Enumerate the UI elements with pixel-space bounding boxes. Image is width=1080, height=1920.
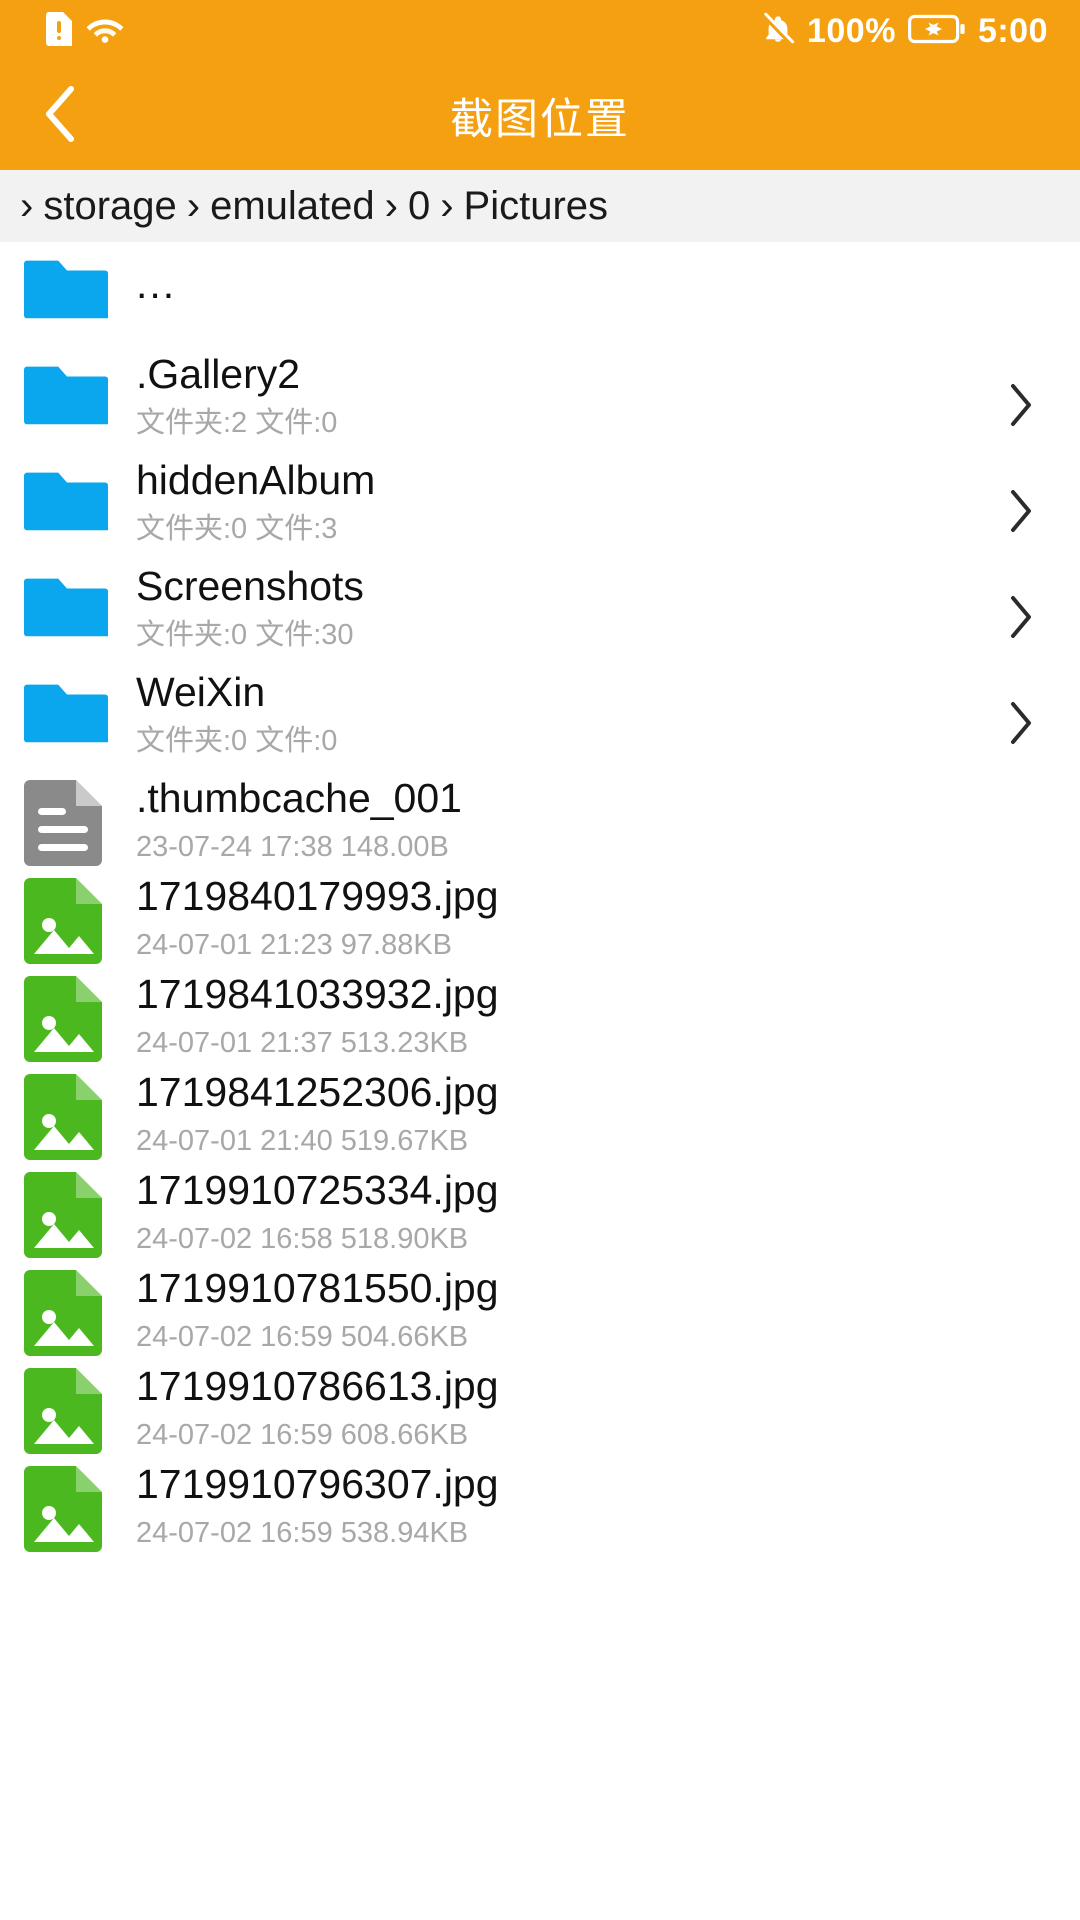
chevron-right-icon[interactable] — [1006, 487, 1046, 532]
file-meta-label: 24-07-01 21:23 97.88KB — [136, 928, 453, 961]
file-meta-label: 24-07-01 21:37 513.23KB — [136, 1026, 469, 1059]
file-row[interactable]: 1719910725334.jpg 24-07-02 16:58 518.90KB — [0, 1164, 1080, 1262]
file-meta-label: 文件夹:2 文件:0 — [136, 406, 338, 439]
row-texts: 1719910725334.jpg 24-07-02 16:58 518.90KB — [108, 1164, 1054, 1257]
folder-icon — [24, 242, 108, 322]
status-bar-right-icons: 100% 5:00 — [761, 11, 1048, 51]
battery-charging-icon — [907, 13, 966, 50]
row-texts: WeiXin 文件夹:0 文件:0 — [108, 666, 1054, 759]
chevron-right-icon[interactable] — [1006, 593, 1046, 638]
file-name-label: .Gallery2 — [136, 352, 301, 397]
row-texts: 1719910796307.jpg 24-07-02 16:59 538.94KB — [108, 1458, 1054, 1551]
folder-icon — [24, 666, 108, 746]
row-texts: 1719841033932.jpg 24-07-01 21:37 513.23KB — [108, 968, 1054, 1061]
image-file-icon — [24, 870, 108, 964]
file-row[interactable]: 1719840179993.jpg 24-07-01 21:23 97.88KB — [0, 870, 1080, 968]
row-texts: ... — [108, 242, 1054, 308]
file-name-label: 1719910781550.jpg — [136, 1266, 499, 1311]
file-meta-label: 文件夹:0 文件:3 — [136, 512, 338, 545]
file-meta-label: 文件夹:0 文件:0 — [136, 724, 338, 757]
image-file-icon — [24, 968, 108, 1062]
status-bar-left-icons — [46, 11, 124, 51]
file-name-label: WeiXin — [136, 670, 266, 715]
file-row[interactable]: 1719910786613.jpg 24-07-02 16:59 608.66KB — [0, 1360, 1080, 1458]
folder-icon — [24, 348, 108, 428]
folder-icon — [24, 454, 108, 534]
row-texts: .thumbcache_001 23-07-24 17:38 148.00B — [108, 772, 1054, 865]
file-name-label: 1719910786613.jpg — [136, 1364, 499, 1409]
row-texts: 1719910786613.jpg 24-07-02 16:59 608.66KB — [108, 1360, 1054, 1453]
file-meta-label: 24-07-01 21:40 519.67KB — [136, 1124, 469, 1157]
file-name-label: 1719841033932.jpg — [136, 972, 499, 1017]
file-name-label: ... — [136, 261, 177, 307]
file-name-label: 1719840179993.jpg — [136, 874, 499, 919]
page-title: 截图位置 — [450, 96, 630, 144]
back-chevron-icon — [41, 83, 79, 150]
row-texts: hiddenAlbum 文件夹:0 文件:3 — [108, 454, 1054, 547]
breadcrumb-segment-Pictures[interactable]: Pictures — [460, 186, 613, 226]
file-meta-label: 24-07-02 16:59 608.66KB — [136, 1418, 469, 1451]
file-row[interactable]: .thumbcache_001 23-07-24 17:38 148.00B — [0, 772, 1080, 870]
file-meta-label: 23-07-24 17:38 148.00B — [136, 830, 449, 863]
folder-row[interactable]: ... — [0, 242, 1080, 348]
breadcrumb-segment-storage[interactable]: storage — [39, 186, 180, 226]
image-file-icon — [24, 1164, 108, 1258]
file-name-label: 1719841252306.jpg — [136, 1070, 499, 1115]
breadcrumb[interactable]: › storage › emulated › 0 › Pictures — [0, 170, 1080, 242]
file-meta-label: 24-07-02 16:58 518.90KB — [136, 1222, 469, 1255]
back-button[interactable] — [0, 62, 120, 170]
folder-row[interactable]: WeiXin 文件夹:0 文件:0 — [0, 666, 1080, 772]
chevron-right-icon[interactable] — [1006, 699, 1046, 744]
image-file-icon — [24, 1066, 108, 1160]
bell-muted-icon — [761, 11, 795, 51]
app-bar: 截图位置 — [0, 62, 1080, 170]
file-name-label: hiddenAlbum — [136, 458, 376, 503]
breadcrumb-separator-icon: › — [440, 184, 454, 228]
file-meta-label: 文件夹:0 文件:30 — [136, 618, 354, 651]
breadcrumb-segment-0[interactable]: 0 — [404, 186, 434, 226]
folder-row[interactable]: .Gallery2 文件夹:2 文件:0 — [0, 348, 1080, 454]
file-row[interactable]: 1719841252306.jpg 24-07-01 21:40 519.67KB — [0, 1066, 1080, 1164]
sim-warning-icon — [46, 11, 72, 51]
breadcrumb-separator-icon: › — [186, 184, 201, 228]
clock-label: 5:00 — [977, 12, 1048, 50]
file-row[interactable]: 1719910796307.jpg 24-07-02 16:59 538.94KB — [0, 1458, 1080, 1556]
breadcrumb-segment-emulated[interactable]: emulated — [206, 186, 379, 226]
status-bar: 100% 5:00 — [0, 0, 1080, 62]
file-meta-label: 24-07-02 16:59 538.94KB — [136, 1516, 469, 1549]
battery-percent-label: 100% — [806, 12, 896, 50]
breadcrumb-separator-icon: › — [384, 184, 398, 228]
row-texts: Screenshots 文件夹:0 文件:30 — [108, 560, 1054, 653]
row-texts: .Gallery2 文件夹:2 文件:0 — [108, 348, 1054, 441]
file-name-label: 1719910725334.jpg — [136, 1168, 499, 1213]
document-icon — [24, 772, 108, 866]
file-row[interactable]: 1719910781550.jpg 24-07-02 16:59 504.66KB — [0, 1262, 1080, 1360]
file-name-label: .thumbcache_001 — [136, 776, 462, 821]
file-name-label: Screenshots — [136, 564, 364, 609]
folder-icon — [24, 560, 108, 640]
breadcrumb-separator-icon: › — [20, 184, 34, 228]
file-list: ... .Gallery2 文件夹:2 文件:0 hiddenAlbum 文件夹:0 文… — [0, 242, 1080, 1556]
file-meta-label: 24-07-02 16:59 504.66KB — [136, 1320, 469, 1353]
image-file-icon — [24, 1360, 108, 1454]
row-texts: 1719910781550.jpg 24-07-02 16:59 504.66KB — [108, 1262, 1054, 1355]
row-texts: 1719841252306.jpg 24-07-01 21:40 519.67KB — [108, 1066, 1054, 1159]
row-texts: 1719840179993.jpg 24-07-01 21:23 97.88KB — [108, 870, 1054, 963]
chevron-right-icon[interactable] — [1006, 381, 1046, 426]
image-file-icon — [24, 1262, 108, 1356]
image-file-icon — [24, 1458, 108, 1552]
file-row[interactable]: 1719841033932.jpg 24-07-01 21:37 513.23KB — [0, 968, 1080, 1066]
file-name-label: 1719910796307.jpg — [136, 1462, 499, 1507]
folder-row[interactable]: Screenshots 文件夹:0 文件:30 — [0, 560, 1080, 666]
wifi-icon — [86, 14, 124, 49]
folder-row[interactable]: hiddenAlbum 文件夹:0 文件:3 — [0, 454, 1080, 560]
